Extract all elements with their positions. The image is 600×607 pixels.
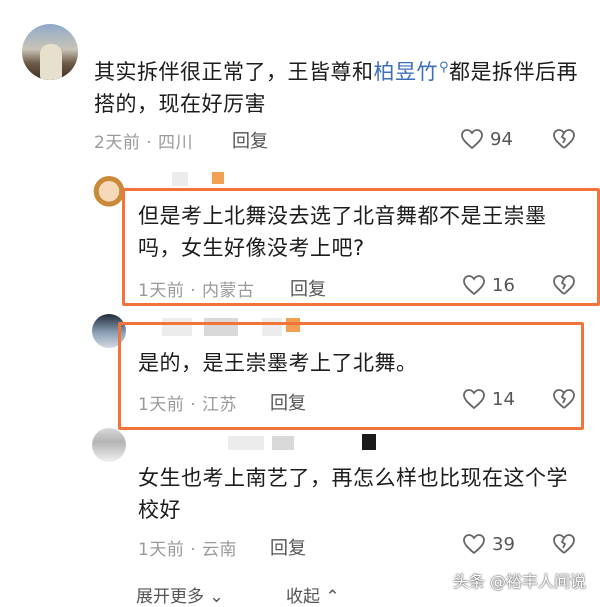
- avatar[interactable]: [92, 428, 126, 462]
- search-icon: ⚲: [439, 60, 450, 75]
- reply-text: 但是考上北舞没去选了北音舞都不是王崇墨吗，女生好像没考上吧?: [138, 204, 547, 260]
- chevron-up-icon: ⌃: [325, 587, 340, 607]
- watermark: 头条 @裕丰人间说: [452, 572, 586, 591]
- broken-heart-icon: [552, 274, 576, 296]
- expand-more-button[interactable]: 展开更多 ⌄: [136, 582, 224, 607]
- chevron-down-icon: ⌄: [209, 587, 224, 607]
- main-comment-text: 其实拆伴很正常了，王皆尊和柏昱竹⚲都是拆伴后再搭的，现在好厉害: [94, 60, 579, 116]
- broken-heart-icon: [552, 388, 576, 410]
- comment-meta: 1天前 · 内蒙古: [138, 281, 255, 301]
- broken-heart-icon: [552, 533, 576, 555]
- blurred-badge: [212, 172, 224, 184]
- blurred-username: [272, 436, 294, 450]
- comment-meta: 2天前 · 四川: [94, 133, 194, 153]
- collapse-button[interactable]: 收起 ⌃: [286, 582, 340, 607]
- comment-meta: 1天前 · 云南: [138, 540, 238, 560]
- reply-button[interactable]: 回复: [290, 275, 326, 301]
- like-count: 16: [492, 274, 515, 296]
- blurred-badge: [362, 434, 376, 450]
- blurred-username: [228, 436, 264, 450]
- like-count: 14: [492, 388, 515, 410]
- heart-icon: [462, 274, 486, 296]
- like-button[interactable]: 16: [462, 274, 515, 296]
- heart-icon: [460, 128, 484, 150]
- dislike-button[interactable]: [552, 533, 576, 555]
- like-button[interactable]: 14: [462, 388, 515, 410]
- broken-heart-icon: [552, 128, 576, 150]
- dislike-button[interactable]: [552, 388, 576, 410]
- dislike-button[interactable]: [552, 128, 576, 150]
- mention-link[interactable]: 柏昱竹: [374, 60, 439, 84]
- dislike-button[interactable]: [552, 274, 576, 296]
- like-button[interactable]: 39: [462, 533, 515, 555]
- comment-meta: 1天前 · 江苏: [138, 395, 238, 415]
- avatar[interactable]: [92, 176, 126, 210]
- reply-button[interactable]: 回复: [232, 127, 268, 153]
- heart-icon: [462, 388, 486, 410]
- heart-icon: [462, 533, 486, 555]
- reply-text: 女生也考上南艺了，再怎么样也比现在这个学校好: [138, 466, 568, 522]
- blurred-username: [172, 172, 188, 186]
- like-count: 39: [492, 533, 515, 555]
- avatar[interactable]: [22, 24, 78, 80]
- like-count: 94: [490, 128, 513, 150]
- reply-button[interactable]: 回复: [270, 534, 306, 560]
- reply-text: 是的，是王崇墨考上了北舞。: [138, 351, 418, 375]
- reply-button[interactable]: 回复: [270, 389, 306, 415]
- like-button[interactable]: 94: [460, 128, 513, 150]
